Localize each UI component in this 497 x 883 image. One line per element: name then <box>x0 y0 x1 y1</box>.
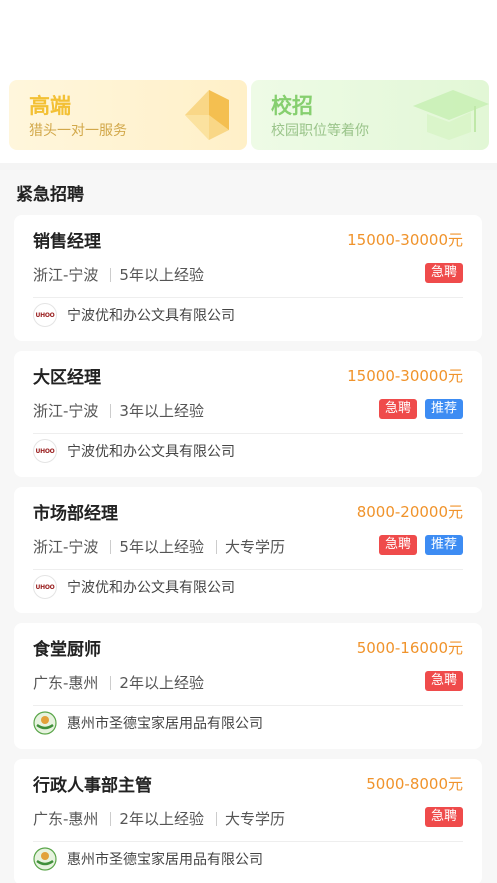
company-row[interactable]: 惠州市圣德宝家居用品有限公司 <box>33 847 263 871</box>
job-card[interactable]: 销售经理 15000-30000元 浙江-宁波 5年以上经验 急聘 UHOO 宁… <box>14 215 482 341</box>
separator <box>110 675 112 690</box>
recommend-tag: 推荐 <box>424 535 463 555</box>
company-logo-text: UHOO <box>35 311 55 319</box>
company-logo-text: UHOO <box>35 447 55 455</box>
company-name: 惠州市圣德宝家居用品有限公司 <box>67 852 263 868</box>
company-logo: UHOO <box>33 303 57 327</box>
urgent-tag: 急聘 <box>424 671 463 691</box>
company-name: 宁波优和办公文具有限公司 <box>67 580 235 596</box>
company-name: 惠州市圣德宝家居用品有限公司 <box>67 716 263 732</box>
company-logo-text: UHOO <box>35 583 55 591</box>
recommend-tag: 推荐 <box>424 399 463 419</box>
urgent-tag: 急聘 <box>378 399 417 419</box>
job-experience: 3年以上经验 <box>119 402 204 420</box>
company-row[interactable]: UHOO 宁波优和办公文具有限公司 <box>33 439 235 463</box>
divider <box>33 297 463 298</box>
job-card[interactable]: 行政人事部主管 5000-8000元 广东-惠州 2年以上经验 大专学历 急聘 … <box>14 759 482 883</box>
section-title: 紧急招聘 <box>16 185 84 205</box>
headhunter-banner-title: 高端 <box>29 94 71 118</box>
job-salary: 5000-16000元 <box>356 639 463 657</box>
separator <box>215 539 217 554</box>
graduation-cap-icon <box>413 90 489 140</box>
job-experience: 2年以上经验 <box>119 810 204 828</box>
job-meta: 广东-惠州 2年以上经验 大专学历 <box>33 808 285 829</box>
urgent-tag: 急聘 <box>424 263 463 283</box>
job-location: 广东-惠州 <box>33 674 99 692</box>
job-meta: 广东-惠州 2年以上经验 <box>33 672 204 693</box>
urgent-jobs-section: 紧急招聘 销售经理 15000-30000元 浙江-宁波 5年以上经验 急聘 U… <box>0 170 497 883</box>
company-logo: UHOO <box>33 575 57 599</box>
divider <box>33 841 463 842</box>
job-meta: 浙江-宁波 5年以上经验 <box>33 264 204 285</box>
company-name: 宁波优和办公文具有限公司 <box>67 308 235 324</box>
divider <box>33 433 463 434</box>
job-title: 市场部经理 <box>33 504 118 524</box>
job-salary: 15000-30000元 <box>347 367 463 385</box>
job-location: 浙江-宁波 <box>33 538 99 556</box>
job-title: 销售经理 <box>33 232 101 252</box>
company-row[interactable]: UHOO 宁波优和办公文具有限公司 <box>33 575 235 599</box>
company-name: 宁波优和办公文具有限公司 <box>67 444 235 460</box>
job-location: 浙江-宁波 <box>33 402 99 420</box>
job-meta: 浙江-宁波 5年以上经验 大专学历 <box>33 536 285 557</box>
divider <box>33 569 463 570</box>
job-salary: 5000-8000元 <box>366 775 463 793</box>
job-card[interactable]: 大区经理 15000-30000元 浙江-宁波 3年以上经验 急聘 推荐 UHO… <box>14 351 482 477</box>
company-logo <box>33 847 57 871</box>
job-salary: 8000-20000元 <box>356 503 463 521</box>
urgent-tag: 急聘 <box>424 807 463 827</box>
separator <box>110 811 112 826</box>
job-card[interactable]: 市场部经理 8000-20000元 浙江-宁波 5年以上经验 大专学历 急聘 推… <box>14 487 482 613</box>
separator <box>110 403 112 418</box>
job-tags: 急聘 <box>424 671 463 691</box>
campus-banner-title: 校招 <box>271 94 313 118</box>
headhunter-banner-subtitle: 猎头一对一服务 <box>29 123 127 139</box>
campus-banner[interactable]: 校招 校园职位等着你 <box>251 80 489 150</box>
diamond-icon <box>185 90 229 140</box>
urgent-tag: 急聘 <box>378 535 417 555</box>
company-row[interactable]: 惠州市圣德宝家居用品有限公司 <box>33 711 263 735</box>
separator <box>110 539 112 554</box>
job-title: 行政人事部主管 <box>33 776 152 796</box>
separator <box>215 811 217 826</box>
job-title: 大区经理 <box>33 368 101 388</box>
job-education: 大专学历 <box>224 538 285 556</box>
job-location: 广东-惠州 <box>33 810 99 828</box>
company-row[interactable]: UHOO 宁波优和办公文具有限公司 <box>33 303 235 327</box>
job-meta: 浙江-宁波 3年以上经验 <box>33 400 204 421</box>
company-logo: UHOO <box>33 439 57 463</box>
job-tags: 急聘 推荐 <box>378 399 463 419</box>
job-tags: 急聘 <box>424 263 463 283</box>
job-tags: 急聘 <box>424 807 463 827</box>
job-title: 食堂厨师 <box>33 640 101 660</box>
job-education: 大专学历 <box>224 810 285 828</box>
job-location: 浙江-宁波 <box>33 266 99 284</box>
job-tags: 急聘 推荐 <box>378 535 463 555</box>
job-experience: 2年以上经验 <box>119 674 204 692</box>
job-experience: 5年以上经验 <box>119 538 204 556</box>
divider <box>33 705 463 706</box>
job-salary: 15000-30000元 <box>347 231 463 249</box>
headhunter-banner[interactable]: 高端 猎头一对一服务 <box>9 80 247 150</box>
job-card[interactable]: 食堂厨师 5000-16000元 广东-惠州 2年以上经验 急聘 惠州市圣德宝家… <box>14 623 482 749</box>
job-experience: 5年以上经验 <box>119 266 204 284</box>
company-logo <box>33 711 57 735</box>
separator <box>110 267 112 282</box>
campus-banner-subtitle: 校园职位等着你 <box>271 123 369 139</box>
